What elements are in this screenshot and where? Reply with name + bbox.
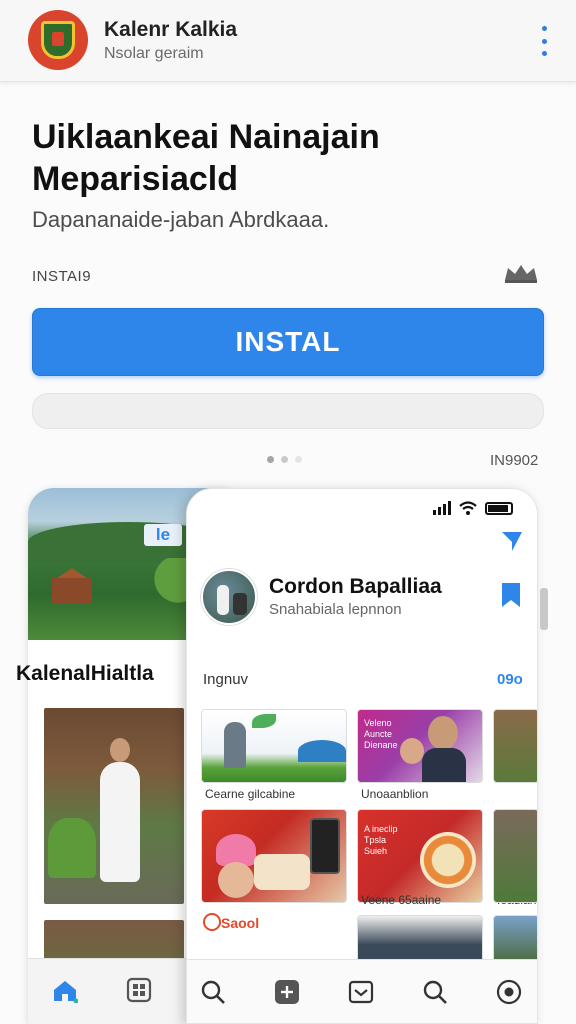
back-screen-title: KalenalHialtla: [16, 662, 154, 685]
tile-caption: Unoaanblion: [361, 787, 429, 801]
search-icon[interactable]: [199, 978, 227, 1006]
tile-4[interactable]: [201, 809, 347, 903]
status-bar: [433, 499, 529, 517]
carousel-dot[interactable]: [295, 456, 302, 463]
app-header: Kalenr Kalkia Nsolar geraim: [0, 0, 576, 82]
tile-9[interactable]: [493, 915, 537, 965]
photo-badge: le: [144, 524, 182, 546]
battery-icon: [485, 501, 513, 515]
carousel-dot[interactable]: [267, 456, 274, 463]
section-label: Ingnuv: [203, 671, 249, 688]
tile-caption: Veene 65aaine: [361, 893, 442, 907]
page-subtitle: Dapananaide-jaban Abrdkaaa.: [32, 207, 330, 232]
people-photo: [44, 708, 184, 904]
tile-6[interactable]: [493, 809, 537, 903]
tile-3[interactable]: [493, 709, 537, 783]
bookmark-icon[interactable]: [499, 581, 523, 609]
carousel-dot[interactable]: [281, 456, 288, 463]
shield-icon: [41, 21, 75, 59]
inbox-icon[interactable]: [347, 978, 375, 1006]
screenshot-front[interactable]: Cordon Bapalliaa Snahabiala lepnnon Ingn…: [186, 488, 538, 1024]
tile-8[interactable]: [357, 915, 483, 965]
profile-icon[interactable]: [495, 978, 523, 1006]
progress-bar: [32, 393, 544, 429]
wifi-icon: [459, 501, 477, 515]
tile-1[interactable]: [201, 709, 347, 783]
add-icon[interactable]: [273, 978, 301, 1006]
crown-icon: [505, 265, 537, 283]
app-subtitle: Nsolar geraim: [104, 45, 204, 62]
profile-name: Cordon Bapalliaa: [269, 575, 442, 598]
share-icon[interactable]: [499, 529, 525, 553]
kebab-icon[interactable]: [536, 26, 552, 56]
profile-subtitle: Snahabiala lepnnon: [269, 601, 402, 618]
section-count[interactable]: 09o: [497, 671, 523, 688]
search-icon[interactable]: [421, 978, 449, 1006]
home-icon[interactable]: [52, 979, 78, 1003]
bottom-nav: [187, 959, 537, 1023]
install-label: INSTAI9: [32, 268, 92, 285]
tile-5[interactable]: A ineclip Tpsla Suieh: [357, 809, 483, 903]
page-title: Uiklaankeai Nainajain Meparisiacld: [32, 118, 380, 198]
signal-icon: [433, 501, 451, 515]
app-logo: [28, 10, 88, 70]
app-name: Kalenr Kalkia: [104, 18, 238, 41]
scrollbar[interactable]: [540, 588, 548, 630]
avatar[interactable]: [201, 569, 257, 625]
page-count: IN9902: [490, 452, 539, 469]
carousel-dots[interactable]: [267, 456, 302, 463]
tile-7[interactable]: Saool: [201, 913, 347, 963]
grid-icon[interactable]: [126, 977, 152, 1003]
tile-caption: Cearne gilcabine: [205, 787, 296, 801]
install-button[interactable]: INSTAL: [32, 308, 544, 376]
tile-2[interactable]: Veleno Auncte Dienane: [357, 709, 483, 783]
